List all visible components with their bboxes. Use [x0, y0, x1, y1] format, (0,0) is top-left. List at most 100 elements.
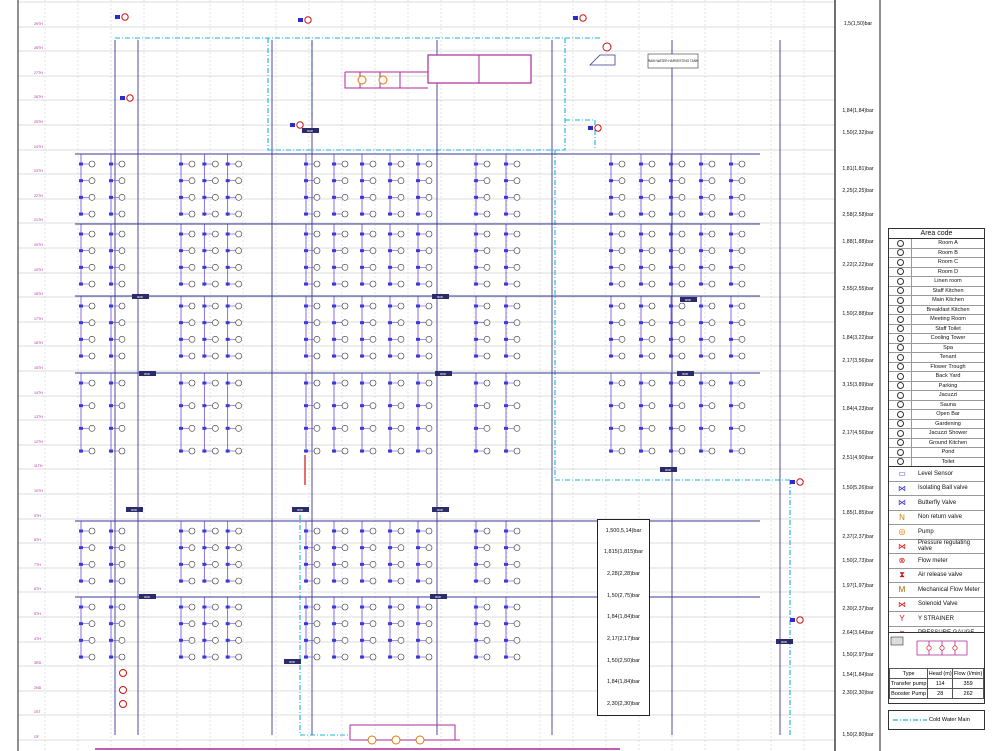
- area-code-label: Room B: [938, 249, 958, 256]
- ball-valve-icon: [79, 546, 83, 550]
- pump-icon: [378, 75, 388, 85]
- ball-valve-icon: [179, 321, 183, 325]
- outlet-icon: [188, 336, 196, 343]
- symbol-row: ⋈ Isolating Ball valve: [889, 482, 984, 496]
- area-code-row: Tenant: [889, 353, 984, 363]
- ball-valve-icon: [179, 337, 183, 341]
- outlet-icon: [369, 379, 377, 387]
- outlet-icon: [118, 177, 126, 184]
- outlet-icon: [618, 425, 626, 432]
- area-code-label: Jacuzzi: [938, 392, 958, 399]
- ball-valve-icon: [416, 265, 420, 269]
- ball-valve-icon: [225, 579, 230, 583]
- area-code-row: Open Bar: [889, 410, 984, 420]
- ball-valve-icon: [360, 195, 364, 199]
- area-code-label: Back Yard: [935, 373, 961, 380]
- floor-label: 10TH: [34, 489, 43, 493]
- floor-label: 1ST: [34, 710, 41, 714]
- floor-label: 4TH: [34, 637, 41, 641]
- ball-valve-icon: [669, 195, 673, 199]
- pressure-value: 2,51(4,90)bar: [842, 455, 873, 461]
- ball-valve-icon: [79, 282, 83, 286]
- ball-valve-icon: [609, 381, 613, 385]
- ball-valve-icon: [304, 321, 308, 325]
- outlet-icon: [313, 247, 321, 254]
- ball-valve-icon: [202, 655, 207, 659]
- ball-valve-icon: [202, 212, 207, 216]
- ball-valve-icon: [388, 195, 392, 199]
- cold-water-main: [115, 37, 791, 736]
- outlet-icon: [483, 603, 491, 611]
- outlet-icon: [397, 160, 405, 168]
- outlet-icon: [708, 160, 716, 168]
- ball-valve-icon: [669, 449, 673, 453]
- ball-valve-icon: [474, 579, 478, 583]
- outlet-icon: [708, 379, 716, 387]
- outlet-icon: [188, 402, 196, 409]
- ball-valve-icon: [360, 212, 364, 216]
- ball-valve-icon: [304, 282, 308, 286]
- ball-valve-icon: [290, 123, 295, 127]
- ball-valve-icon: [416, 337, 420, 341]
- outlet-icon: [738, 160, 746, 168]
- outlet-icon: [483, 194, 491, 201]
- outlet-icon: [188, 319, 196, 326]
- ball-valve-icon: [179, 232, 183, 236]
- pressure-summary-value: 1,815(1,815)bar: [603, 549, 644, 556]
- floor-label: ROOF TOP: [34, 0, 53, 1]
- outlet-icon: [341, 425, 349, 432]
- zone-block: [300, 223, 440, 288]
- ball-valve-icon: [474, 212, 478, 216]
- area-code-row: Room B: [889, 248, 984, 258]
- outlet-icon: [369, 620, 377, 627]
- outlet-icon: [483, 319, 491, 326]
- outlet-icon: [235, 603, 242, 611]
- outlet-icon: [425, 230, 433, 238]
- ball-valve-icon: [609, 404, 613, 408]
- outlet-icon: [118, 603, 126, 611]
- outlet-icon: [483, 210, 491, 218]
- symbol-label: Pressure regulating valve: [918, 540, 971, 553]
- ball-valve-icon: [639, 212, 643, 216]
- pump-icon: [367, 735, 377, 745]
- ball-valve-icon: [79, 265, 83, 269]
- ball-valve-icon: [304, 337, 308, 341]
- ball-valve-icon: [360, 162, 364, 166]
- outlet-icon: [188, 620, 196, 627]
- zone-block: [75, 372, 135, 455]
- pump-header-flow: Flow (l/min): [952, 668, 984, 679]
- outlet-icon: [513, 637, 521, 644]
- outlet-icon: [235, 210, 242, 218]
- outlet-icon: [235, 637, 242, 644]
- outlet-icon: [648, 264, 656, 271]
- outlet-icon: [341, 527, 349, 535]
- ball-valve-icon: [225, 321, 230, 325]
- area-code-icon: [889, 277, 912, 286]
- outlet-icon: [648, 302, 656, 310]
- outlet-icon: [212, 302, 219, 310]
- ball-valve-icon: [332, 381, 336, 385]
- pump-row: Booster Pump 28 262: [888, 688, 984, 699]
- area-code-row: Cooling Tower: [889, 334, 984, 344]
- outlet-icon: [397, 264, 405, 271]
- ball-valve-icon: [504, 381, 508, 385]
- ball-valve-icon: [360, 381, 364, 385]
- outlet-icon: [483, 336, 491, 343]
- symbol-label: Air release valve: [918, 572, 963, 579]
- ball-valve-icon: [109, 404, 113, 408]
- ball-valve-icon: [609, 162, 613, 166]
- outlet-icon: [738, 247, 746, 254]
- outlet-icon: [313, 425, 321, 432]
- pressure-value: 2,64(3,64)bar: [842, 630, 873, 636]
- area-code-row: Jacuzzi Shower: [889, 429, 984, 439]
- ball-valve-icon: [109, 282, 113, 286]
- outlet-icon: [618, 264, 626, 271]
- area-code-row: Gardening: [889, 419, 984, 429]
- ball-valve-icon: [474, 655, 478, 659]
- floor-label: 19TH: [34, 268, 43, 272]
- outlet-icon: [313, 319, 321, 326]
- pressure-value: 1,50(2,97)bar: [842, 652, 873, 658]
- outlet-icon: [425, 302, 433, 310]
- area-code-icon: [889, 410, 912, 419]
- outlet-icon: [188, 160, 196, 168]
